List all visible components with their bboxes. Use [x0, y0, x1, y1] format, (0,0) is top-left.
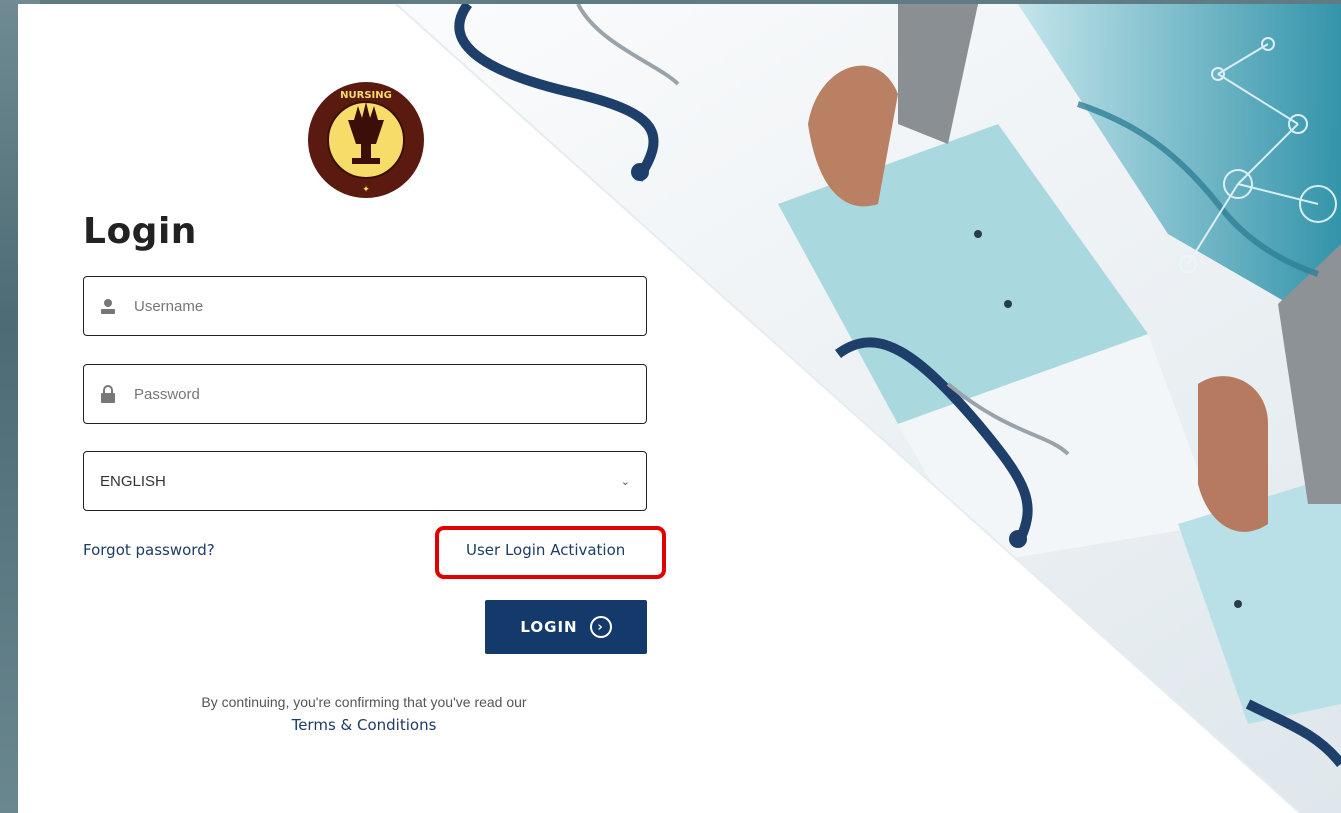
user-icon	[100, 297, 116, 315]
login-button-label: LOGIN	[520, 618, 578, 636]
password-placeholder: Password	[134, 385, 200, 403]
chevron-down-icon: ⌄	[620, 475, 630, 488]
council-logo: NURSING ✦	[308, 82, 424, 198]
svg-text:✦: ✦	[362, 185, 370, 195]
svg-text:NURSING: NURSING	[340, 90, 392, 101]
username-placeholder: Username	[134, 297, 204, 315]
forgot-password-link[interactable]: Forgot password?	[83, 541, 215, 559]
page-title: Login	[83, 211, 197, 252]
login-button[interactable]: LOGIN ›	[485, 600, 647, 654]
terms-notice: By continuing, you're confirming that yo…	[201, 694, 527, 710]
language-selected-value: ENGLISH	[100, 472, 166, 490]
password-field[interactable]: Password	[83, 364, 647, 424]
terms-conditions-link[interactable]: Terms & Conditions	[108, 716, 620, 734]
highlight-box	[435, 526, 666, 579]
language-select[interactable]: ENGLISH ⌄	[83, 451, 647, 511]
arrow-circle-right-icon: ›	[589, 616, 612, 638]
login-card: NURSING ✦ Login Username Password ENGLIS…	[18, 4, 1341, 813]
lock-icon	[100, 385, 116, 403]
username-field[interactable]: Username	[83, 276, 647, 336]
